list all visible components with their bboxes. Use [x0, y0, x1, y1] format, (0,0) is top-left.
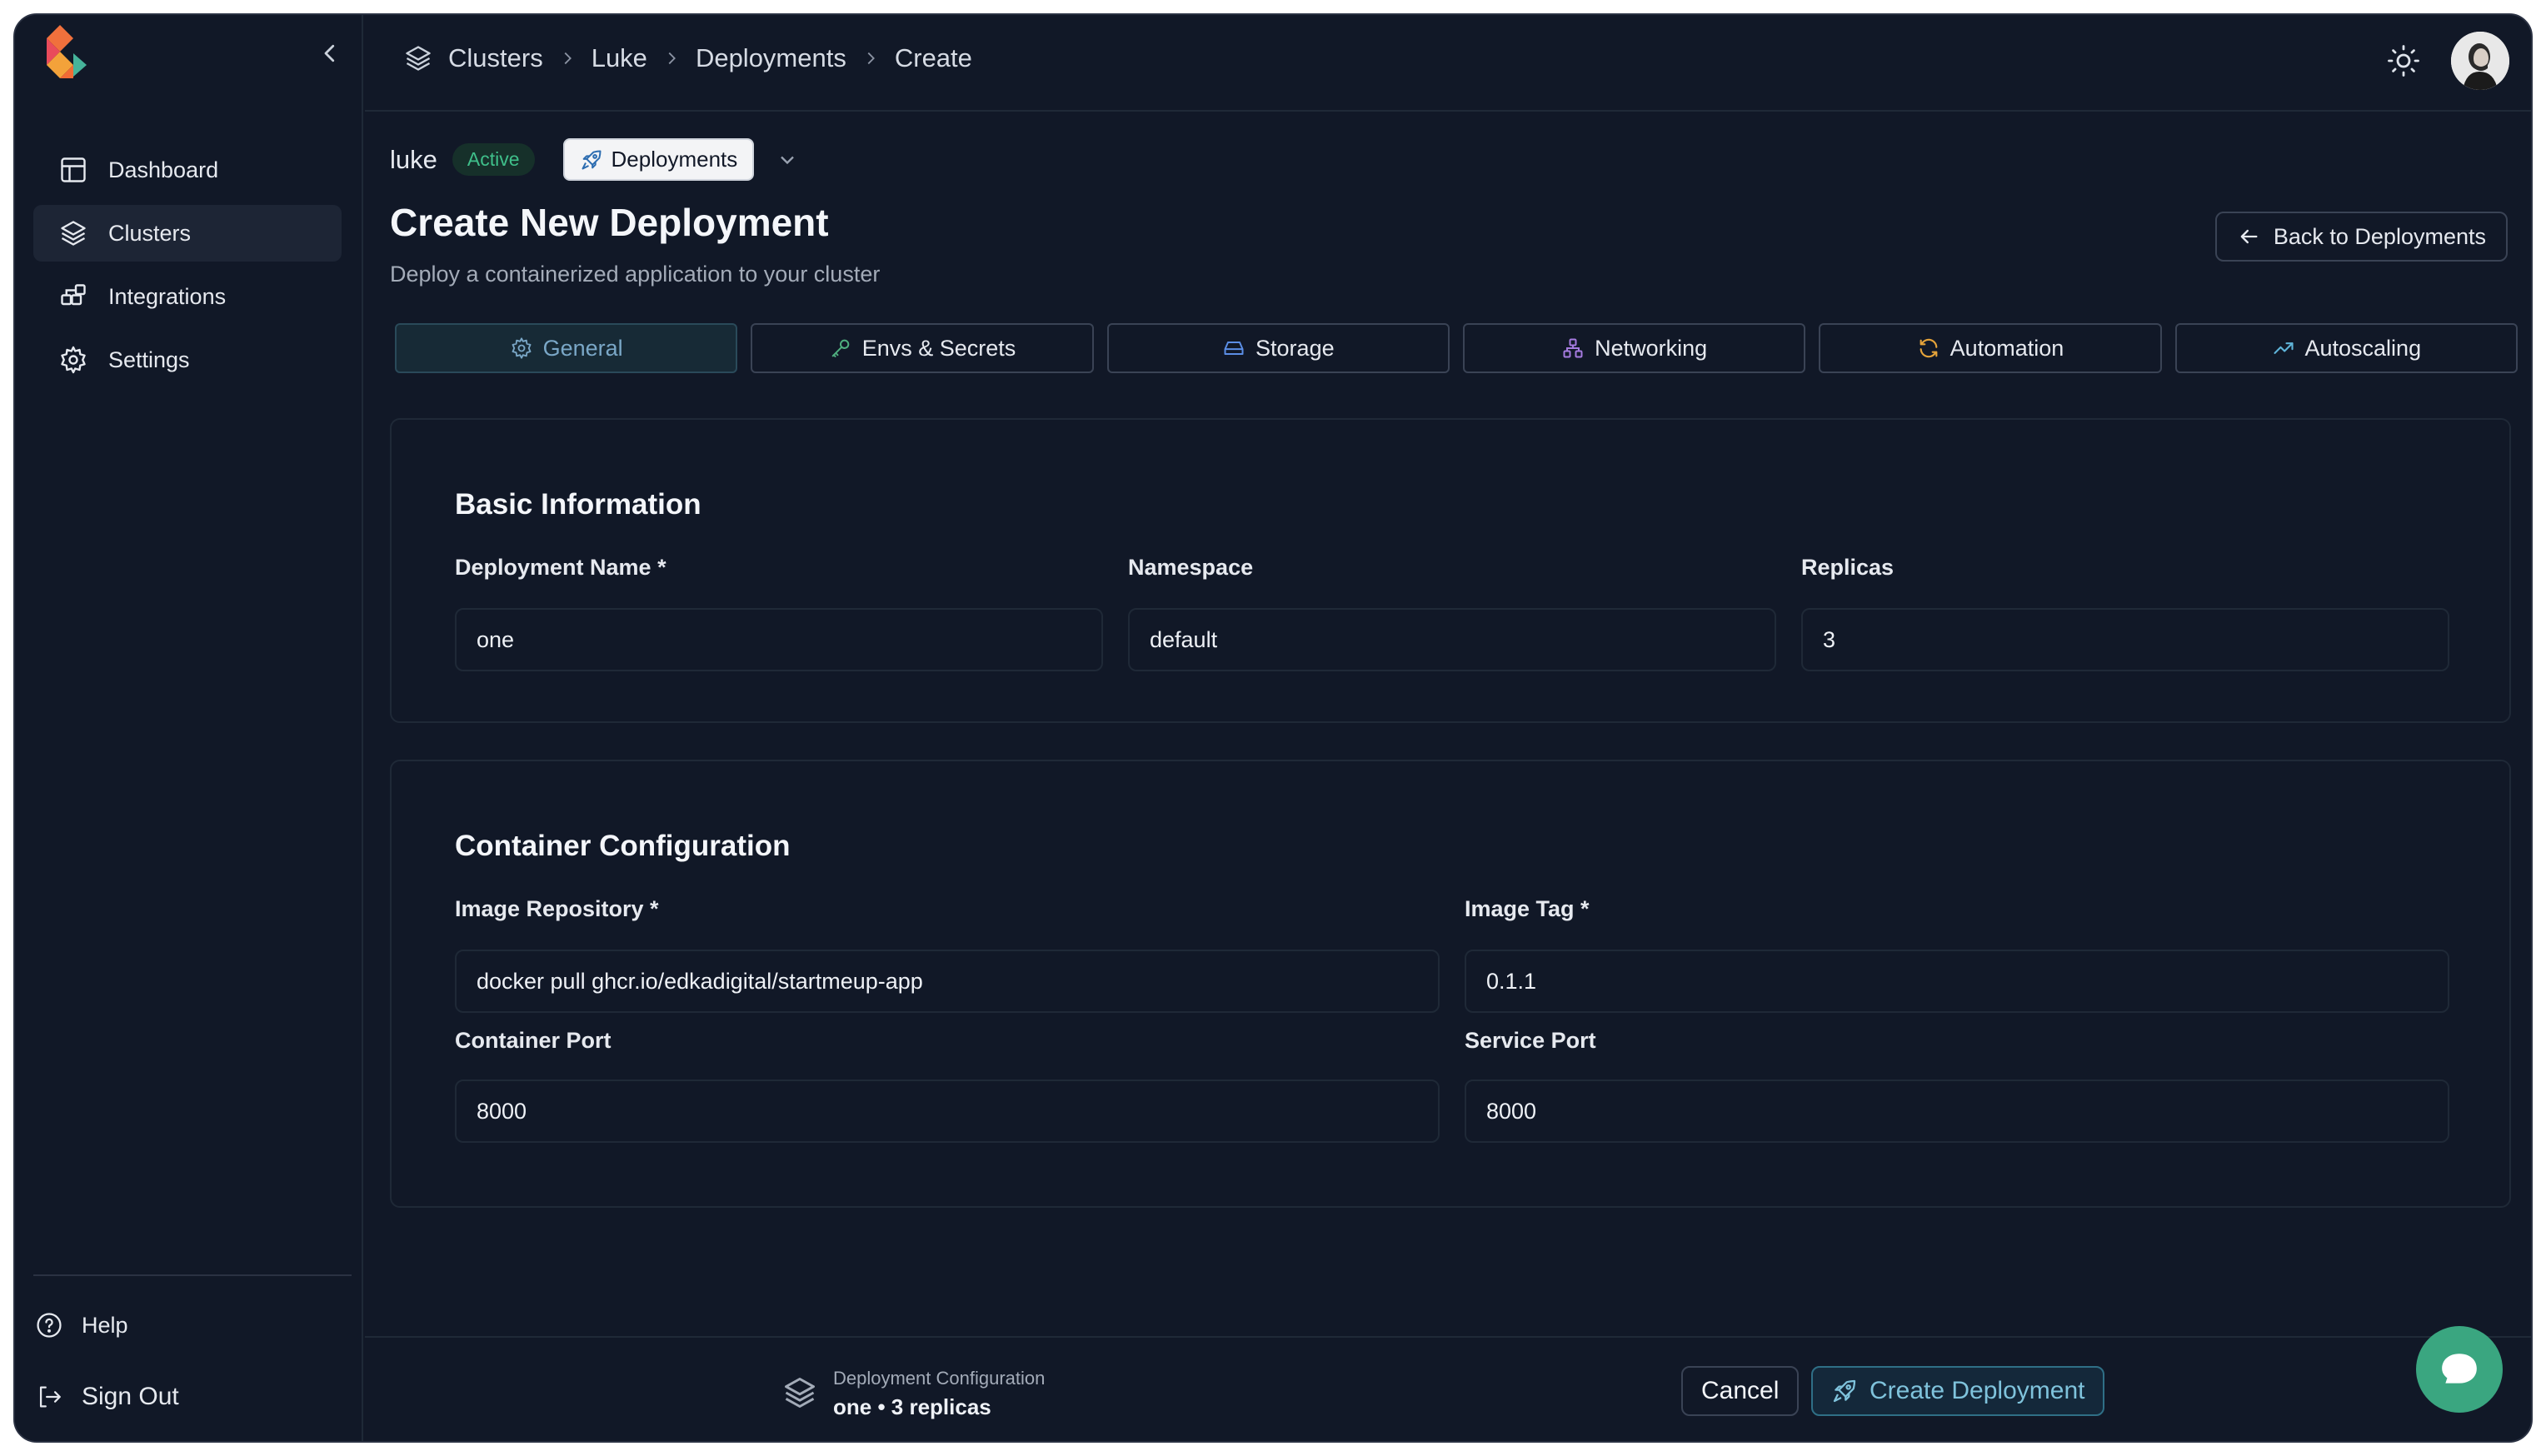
gear-icon	[512, 337, 532, 359]
tab-label: Automation	[1949, 335, 2064, 361]
top-bar: Clusters Luke Deployments Create	[365, 15, 2531, 112]
sidebar-item-integrations[interactable]: Integrations	[33, 268, 342, 325]
chat-bubble-icon	[2442, 1354, 2477, 1384]
container-port-input[interactable]	[455, 1080, 1440, 1143]
tab-label: Autoscaling	[2304, 335, 2422, 361]
integrations-icon	[61, 284, 86, 306]
page-subtitle: Deploy a containerized application to yo…	[390, 262, 881, 287]
tab-label: Storage	[1256, 335, 1335, 361]
help-label: Help	[82, 1312, 128, 1338]
create-deployment-button[interactable]: Create Deployment	[1811, 1366, 2105, 1416]
deployment-summary: Deployment Configuration one • 3 replica…	[833, 1368, 1045, 1420]
sidebar-item-label: Dashboard	[108, 157, 219, 182]
tab-label: Networking	[1595, 335, 1708, 361]
theme-toggle-button[interactable]	[2386, 43, 2421, 78]
help-circle-icon	[37, 1313, 62, 1338]
rocket-icon	[1833, 1379, 1856, 1403]
sidebar-nav: Dashboard Clusters Integrations Settings	[33, 142, 342, 395]
basic-information-title: Basic Information	[455, 488, 701, 521]
chevron-right-icon	[867, 52, 875, 65]
tab-networking[interactable]: Networking	[1462, 323, 1806, 373]
create-deployment-label: Create Deployment	[1870, 1377, 2085, 1404]
sidebar-item-label: Integrations	[108, 283, 227, 309]
tab-label: Envs & Secrets	[861, 335, 1016, 361]
layers-icon	[785, 1378, 815, 1408]
storage-icon	[1224, 342, 1244, 355]
app-logo[interactable]	[37, 20, 100, 90]
deployment-name-input[interactable]	[455, 608, 1103, 671]
tab-envs-secrets[interactable]: Envs & Secrets	[751, 323, 1094, 373]
layers-icon	[406, 46, 431, 71]
namespace-input[interactable]	[1128, 608, 1776, 671]
back-to-deployments-button[interactable]: Back to Deployments	[2214, 212, 2508, 262]
network-icon	[1563, 338, 1583, 358]
chevron-right-icon	[564, 52, 572, 65]
service-port-label: Service Port	[1465, 1028, 1596, 1053]
sidebar-item-label: Settings	[108, 347, 190, 372]
summary-value: one • 3 replicas	[833, 1394, 991, 1419]
log-out-icon	[39, 1386, 61, 1408]
service-port-input[interactable]	[1465, 1080, 2449, 1143]
breadcrumb-deployments[interactable]: Deployments	[696, 43, 846, 73]
tab-autoscaling[interactable]: Autoscaling	[2174, 323, 2518, 373]
user-avatar[interactable]	[2451, 32, 2509, 90]
arrow-left-icon	[2240, 229, 2258, 244]
page-title: Create New Deployment	[390, 201, 829, 244]
sidebar-item-clusters[interactable]: Clusters	[33, 205, 342, 262]
summary-label: Deployment Configuration	[833, 1368, 1046, 1389]
deployment-name-label: Deployment Name *	[455, 555, 666, 580]
basic-information-card: Basic Information Deployment Name * Name…	[390, 418, 2511, 723]
container-configuration-title: Container Configuration	[455, 830, 791, 862]
cluster-header: luke Active Deployments	[390, 138, 799, 181]
sun-icon	[2388, 45, 2419, 77]
image-tag-label: Image Tag *	[1465, 896, 1590, 921]
cancel-button[interactable]: Cancel	[1681, 1366, 1800, 1416]
refresh-icon	[1919, 338, 1938, 358]
breadcrumb-create: Create	[894, 43, 972, 72]
container-configuration-card: Container Configuration Image Repository…	[390, 760, 2511, 1208]
gear-icon	[61, 346, 86, 374]
replicas-input[interactable]	[1801, 608, 2449, 671]
back-button-label: Back to Deployments	[2273, 223, 2486, 249]
tab-general[interactable]: General	[395, 323, 738, 373]
replicas-label: Replicas	[1801, 555, 1895, 580]
image-repository-label: Image Repository *	[455, 896, 659, 921]
sidebar-item-dashboard[interactable]: Dashboard	[33, 142, 342, 198]
image-repository-input[interactable]	[455, 950, 1440, 1013]
section-selector-label: Deployments	[611, 147, 738, 172]
app-window: Dashboard Clusters Integrations Settings…	[13, 13, 2533, 1443]
footer-bar: Deployment Configuration one • 3 replica…	[365, 1336, 2531, 1441]
help-link[interactable]: Help	[35, 1311, 343, 1339]
chevron-left-icon	[324, 44, 335, 62]
sign-out-button[interactable]: Sign Out	[35, 1383, 343, 1411]
trending-up-icon	[2273, 342, 2294, 354]
tab-bar: General Envs & Secrets Storage Networkin…	[395, 323, 2518, 373]
sidebar-divider	[33, 1274, 352, 1276]
image-tag-input[interactable]	[1465, 950, 2449, 1013]
collapse-sidebar-button[interactable]	[312, 35, 348, 72]
namespace-label: Namespace	[1128, 555, 1254, 580]
chevron-down-icon[interactable]	[776, 148, 799, 172]
rocket-icon	[582, 150, 602, 169]
chat-button[interactable]	[2416, 1326, 2503, 1413]
tab-storage[interactable]: Storage	[1106, 323, 1450, 373]
chevron-right-icon	[668, 52, 676, 65]
breadcrumb-luke[interactable]: Luke	[592, 43, 647, 73]
dashboard-icon	[61, 157, 86, 182]
status-badge: Active	[452, 143, 535, 176]
section-selector[interactable]: Deployments	[562, 138, 755, 181]
sidebar: Dashboard Clusters Integrations Settings…	[15, 15, 363, 1441]
layers-icon	[61, 221, 86, 246]
breadcrumb: Clusters Luke Deployments Create	[403, 43, 972, 73]
key-icon	[831, 339, 850, 357]
sidebar-item-label: Clusters	[108, 220, 192, 246]
breadcrumb-clusters[interactable]: Clusters	[448, 43, 543, 73]
sign-out-label: Sign Out	[82, 1383, 179, 1410]
tab-automation[interactable]: Automation	[1819, 323, 2162, 373]
tab-label: General	[542, 335, 623, 361]
container-port-label: Container Port	[455, 1028, 612, 1053]
cluster-name: luke	[390, 144, 437, 174]
sidebar-item-settings[interactable]: Settings	[33, 332, 342, 388]
